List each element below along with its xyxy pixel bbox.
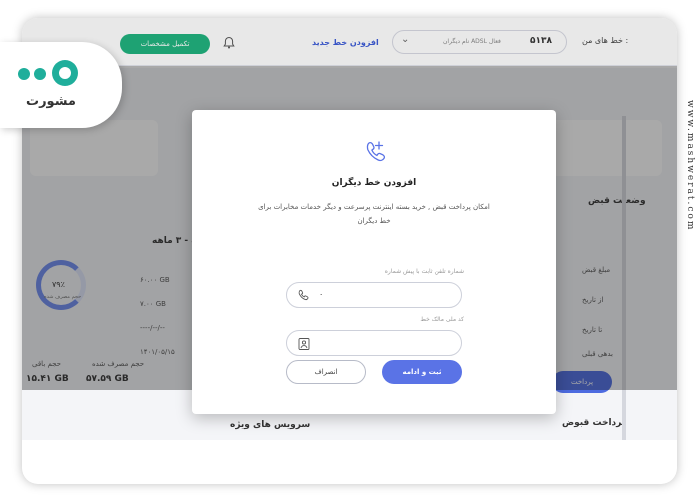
owner-id-label: کد ملی مالک خط (420, 316, 464, 323)
phone-add-icon (362, 138, 390, 166)
cancel-button[interactable]: انصراف (286, 360, 366, 384)
add-others-line-modal: افزودن خط دیگران امکان پرداخت قبض , خرید… (192, 110, 556, 414)
site-logo: مشورت (0, 42, 122, 128)
logo-text: مشورت (26, 94, 76, 109)
watermark-text: www.mashwerat.com (685, 100, 695, 232)
phone-icon (297, 288, 311, 302)
modal-description: امکان پرداخت قبض , خرید بسته اینترنت پرس… (258, 203, 490, 225)
submit-continue-button[interactable]: ثبت و ادامه (382, 360, 462, 384)
phone-input[interactable]: ۰ (286, 282, 462, 308)
id-card-icon (297, 336, 311, 350)
overlay-top (22, 18, 677, 66)
owner-id-input[interactable] (286, 330, 462, 356)
special-services-title: سرویس های ویژه (230, 420, 311, 430)
modal-title: افزودن خط دیگران (331, 178, 417, 188)
bill-payment-title: پرداخت قبوض (562, 418, 626, 428)
phone-field-label: شماره تلفن ثابت با پیش شماره (384, 268, 464, 275)
phone-input-value: ۰ (319, 290, 324, 299)
